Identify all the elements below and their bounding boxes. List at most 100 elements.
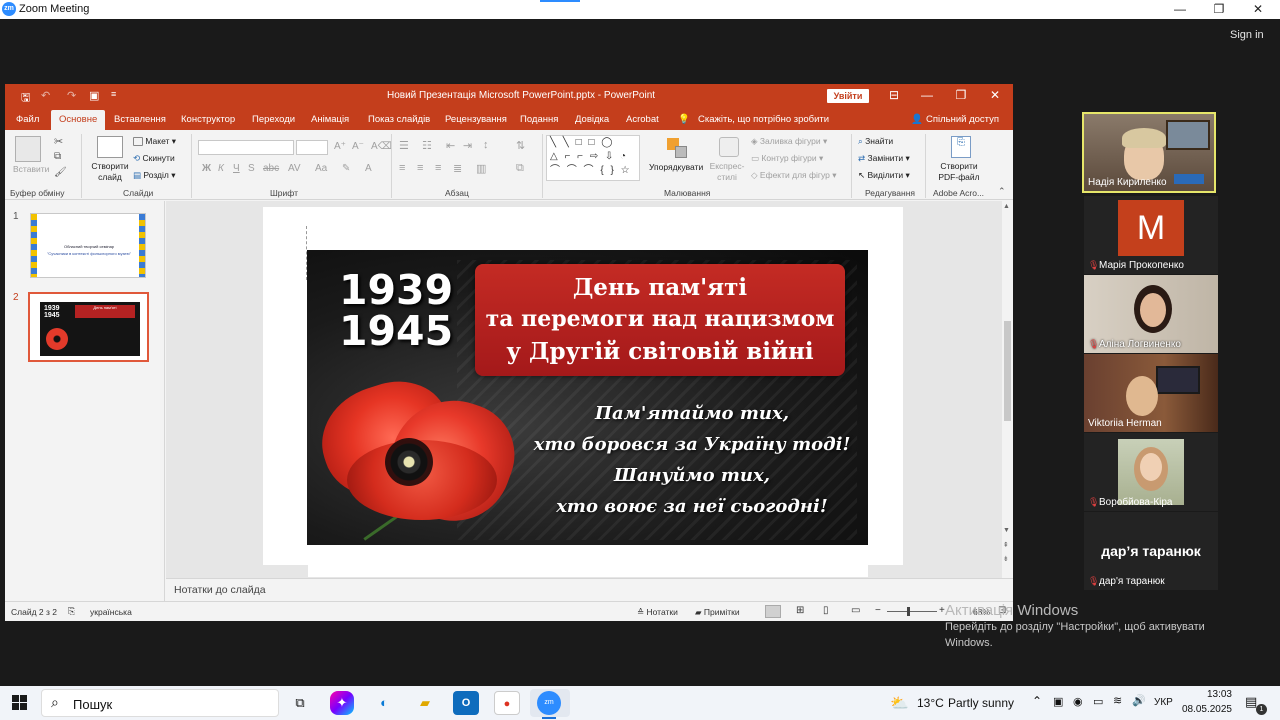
slide-canvas[interactable]: 1939 1945 День пам'яті та перемоги над н… [263,207,903,565]
create-pdf-icon[interactable]: ⎘ [951,136,971,158]
file-explorer-icon[interactable]: ▰ [412,691,438,715]
font-size-field[interactable] [296,140,328,155]
zoom-slider-thumb[interactable] [907,607,910,616]
camera-icon[interactable]: ◉ [1073,695,1083,708]
customize-qa-icon[interactable]: ≡ [111,89,116,99]
tab-insert[interactable]: Вставлення [114,114,166,125]
arrange-button[interactable]: Упорядкувати [649,162,703,172]
format-painter-icon[interactable]: 🖌 [54,167,67,178]
ppt-restore-button[interactable]: ❐ [948,88,974,102]
windows-start-icon[interactable] [12,695,28,711]
language-indicator[interactable]: українська [90,607,132,617]
align-left-icon[interactable]: ≡ [399,162,405,174]
tab-review[interactable]: Рецензування [445,114,507,125]
participant-tile[interactable]: Viktoriia Herman [1084,354,1218,432]
tab-animations[interactable]: Анімація [311,114,349,125]
copy-icon[interactable]: ⧉ [54,151,61,162]
tab-view[interactable]: Подання [520,114,558,125]
tab-slideshow[interactable]: Показ слайдів [368,114,430,125]
tab-help[interactable]: Довідка [575,114,609,125]
undo-icon[interactable]: ↶ [41,89,50,102]
outlook-icon[interactable]: O [453,691,479,715]
clock-time[interactable]: 13:03 [1184,689,1232,700]
layout-button[interactable]: Макет ▾ [133,136,176,147]
zoom-slider[interactable] [887,611,937,612]
justify-icon[interactable]: ≣ [453,162,462,175]
battery-icon[interactable]: ▭ [1093,695,1103,708]
vertical-scrollbar[interactable]: ▲ ▼ ⇞ ⇟ [1002,201,1013,578]
paste-icon[interactable] [15,136,41,162]
underline-icon[interactable]: Ч [233,163,240,174]
task-view-icon[interactable]: ⧉ [287,691,313,715]
chrome-icon[interactable]: ● [494,691,520,715]
close-button[interactable]: ✕ [1238,1,1278,18]
create-pdf-button[interactable]: Створити PDF-файл [933,161,985,183]
chevron-up-icon[interactable]: ⌃ [1032,694,1042,708]
zoom-in-icon[interactable]: + [939,605,945,616]
minimize-button[interactable]: — [1160,1,1200,18]
tab-home[interactable]: Основне [51,110,106,130]
font-name-field[interactable] [198,140,294,155]
participant-tile-active[interactable]: Надія Кириленко [1082,112,1216,193]
shape-outline-button[interactable]: ▭ Контур фігури ▾ [751,153,823,164]
tell-me-search[interactable]: Скажіть, що потрібно зробити [698,114,829,125]
slide-thumbnail-1[interactable]: Обласний творчий семінар "Сучасники в ко… [30,213,146,278]
columns-icon[interactable]: ▥ [476,162,486,175]
ppt-minimize-button[interactable]: — [914,88,940,102]
present-icon[interactable]: ▣ [89,89,99,102]
select-button[interactable]: ↖ Виділити ▾ [858,170,910,181]
weather-temp[interactable]: 13°C [917,696,944,710]
scroll-down-icon[interactable]: ▼ [1003,527,1010,534]
collapse-ribbon-icon[interactable]: ⌃ [998,186,1006,197]
find-button[interactable]: ⌕ Знайти [858,136,893,147]
participant-tile[interactable]: 🎙Воробйова-Кіра [1084,433,1218,511]
weather-icon[interactable]: ⛅ [890,694,909,712]
notes-toggle[interactable]: ≙ Нотатки [637,607,678,618]
comments-toggle[interactable]: ▰ Примітки [695,607,740,618]
slideshow-view-icon[interactable]: ▭ [851,605,860,616]
prev-slide-icon[interactable]: ⇞ [1003,541,1009,549]
reset-button[interactable]: ⟲ Скинути [133,153,175,164]
spacing-icon[interactable]: AV [288,163,301,174]
meet-icon[interactable]: ▣ [1053,695,1063,708]
copilot-icon[interactable]: ✦ [330,691,354,715]
scroll-up-icon[interactable]: ▲ [1003,203,1010,210]
ribbon-display-icon[interactable]: ⊟ [881,88,907,102]
tab-file[interactable]: Файл [16,114,39,125]
bold-icon[interactable]: Ж [202,163,211,174]
notes-placeholder[interactable]: Нотатки до слайда [174,584,266,596]
scroll-thumb[interactable] [1004,321,1011,421]
shadow-icon[interactable]: S [248,163,255,174]
shapes-gallery[interactable]: ╲ ╲ □ □ ◯ △ ⌐ ⌐ ⇨ ⇩ ◔ ⌒ ⌒ ⌒ { } ☆ [546,135,640,181]
volume-icon[interactable]: 🔊 [1132,694,1146,707]
maximize-button[interactable]: ❐ [1199,1,1239,18]
new-slide-button[interactable]: Створити слайд [90,161,130,183]
paste-button[interactable]: Вставити [13,164,49,174]
reading-view-icon[interactable]: ▯ [823,605,829,616]
taskbar-search[interactable]: ⌕ Пошук [41,689,279,717]
sorter-view-icon[interactable]: ⊞ [796,605,804,616]
clear-format-icon[interactable]: A⌫ [371,141,392,152]
case-icon[interactable]: Aa [315,163,327,174]
highlight-icon[interactable]: ✎ [342,163,350,174]
increase-indent-icon[interactable]: ⇥ [463,139,472,152]
sign-in-link[interactable]: Sign in [1230,29,1264,41]
tab-design[interactable]: Конструктор [181,114,235,125]
text-direction-icon[interactable]: ⇅ [516,139,525,152]
tab-acrobat[interactable]: Acrobat [626,114,659,125]
participant-tile[interactable]: M 🎙Марія Прокопенко [1084,196,1218,274]
ppt-close-button[interactable]: ✕ [982,88,1008,102]
next-slide-icon[interactable]: ⇟ [1003,555,1009,563]
align-center-icon[interactable]: ≡ [417,162,423,174]
redo-icon[interactable]: ↷ [67,89,76,102]
replace-button[interactable]: ⇄ Замінити ▾ [858,153,910,164]
decrease-indent-icon[interactable]: ⇤ [446,139,455,152]
quick-styles-icon[interactable] [719,137,739,157]
smartart-icon[interactable]: ⧉ [516,162,524,175]
weather-desc[interactable]: Partly sunny [948,696,1014,710]
zoom-out-icon[interactable]: − [875,605,881,616]
zoom-app-icon[interactable]: zm [537,691,561,715]
accessibility-icon[interactable]: ⎘ [68,606,75,617]
arrange-icon[interactable] [665,136,689,160]
edge-icon[interactable]: ◐ [371,691,397,715]
